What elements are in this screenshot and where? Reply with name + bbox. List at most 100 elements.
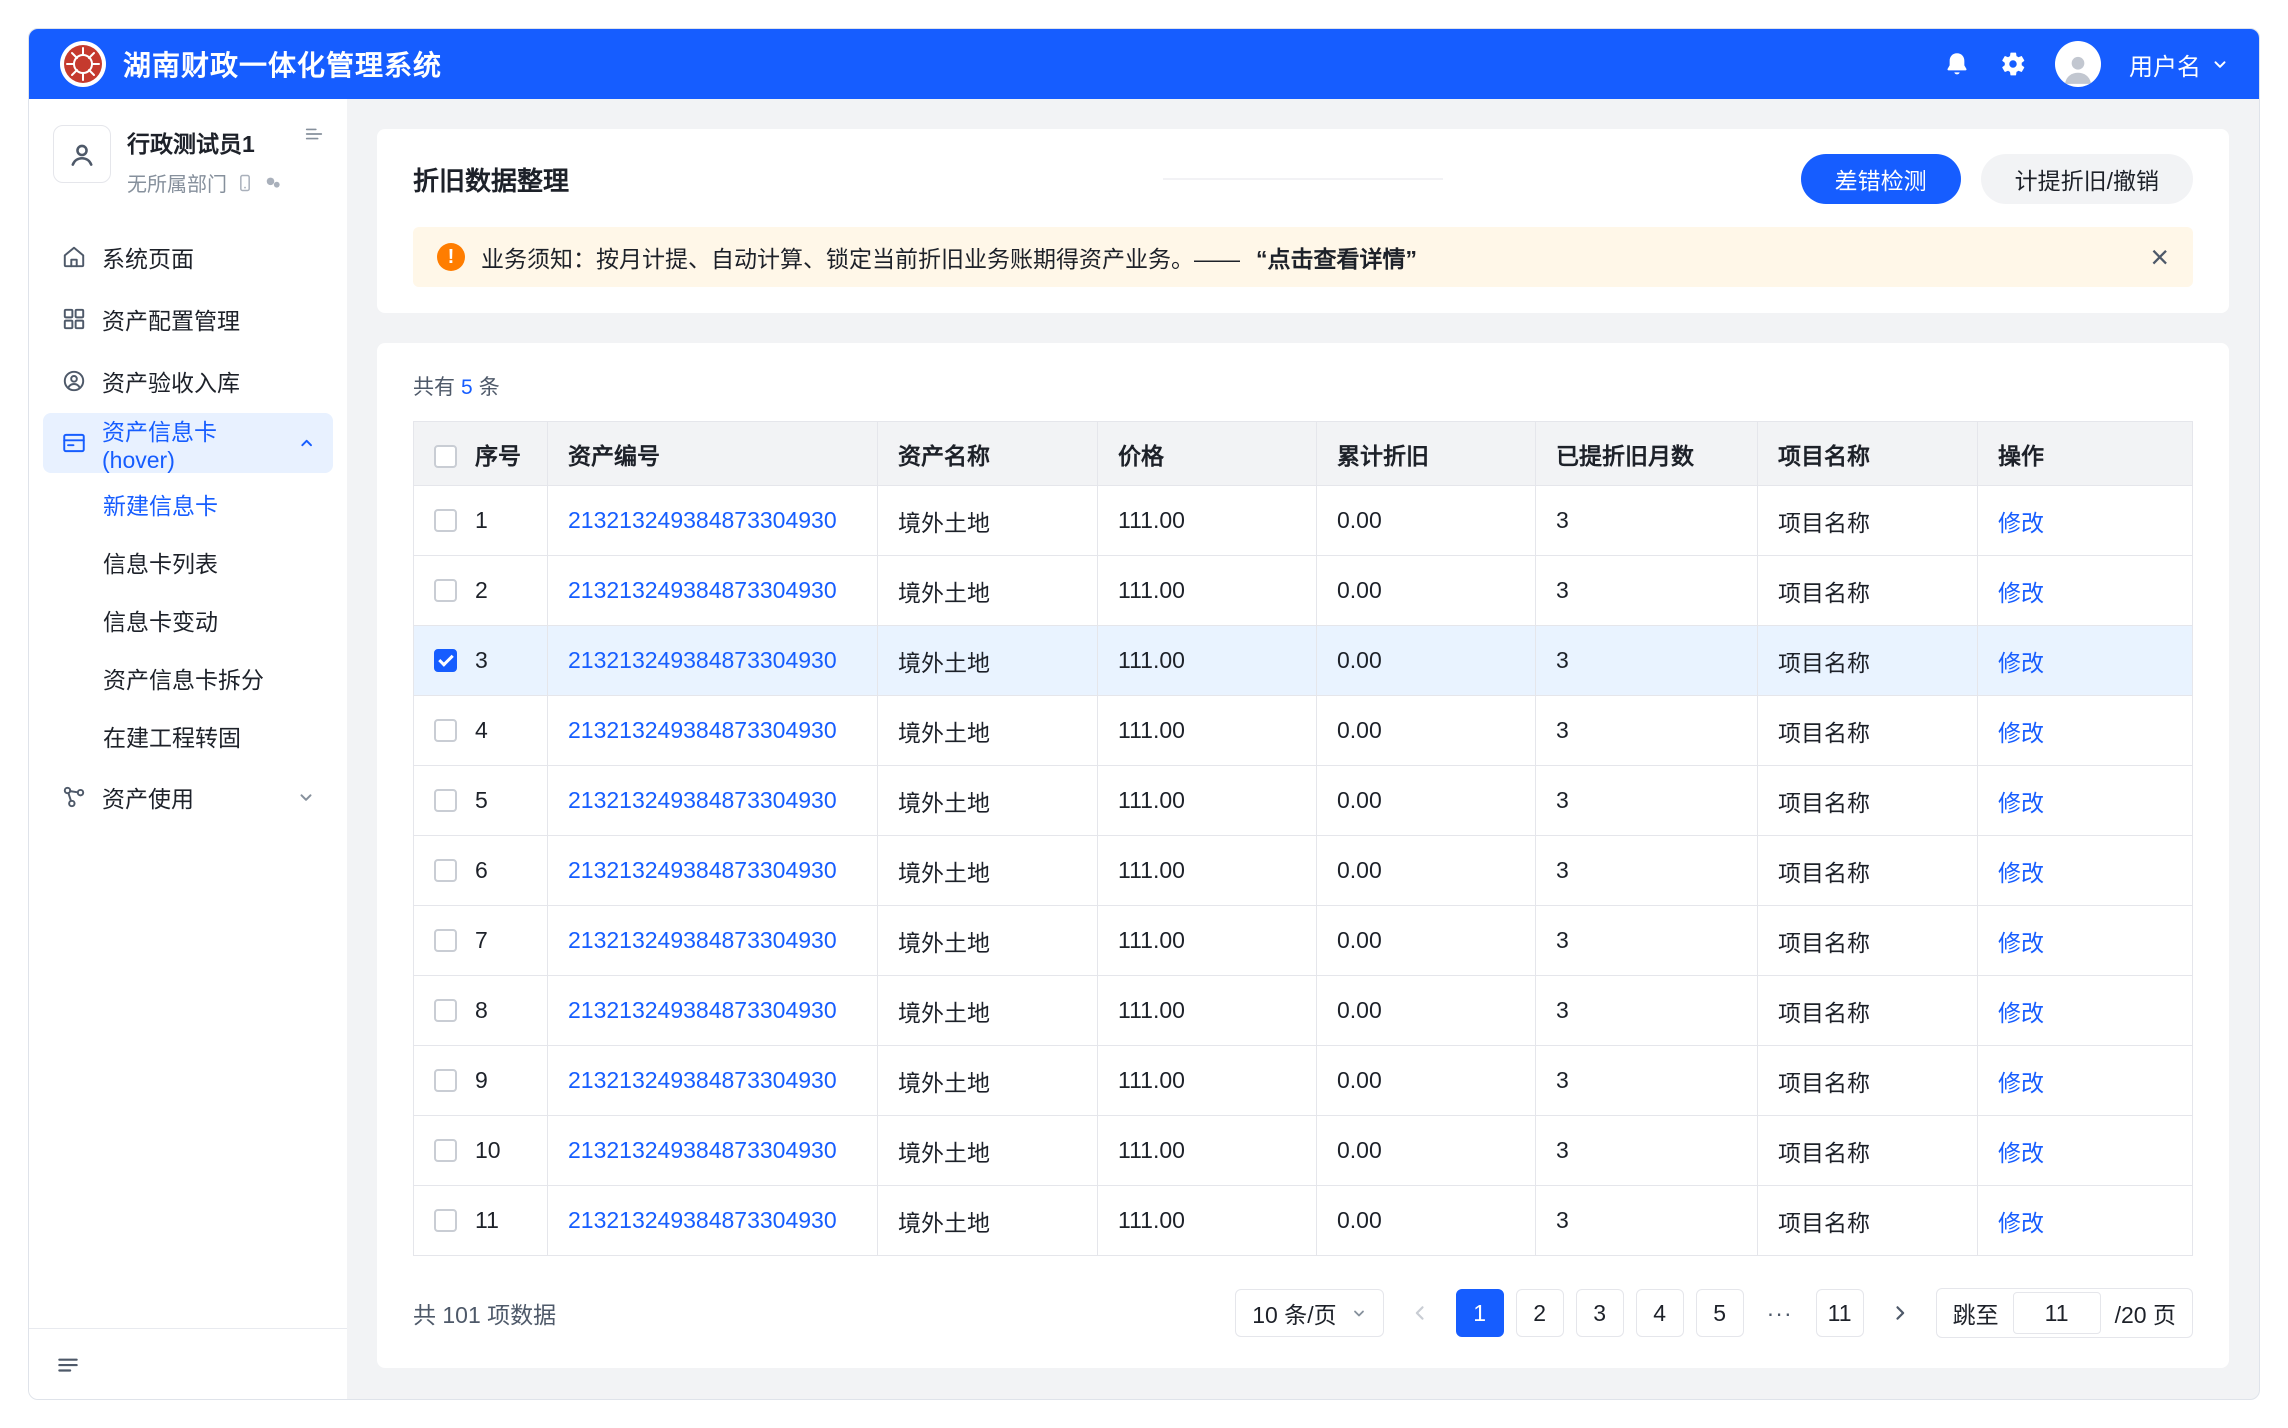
- asset-code-link[interactable]: 213213249384873304930: [568, 787, 837, 813]
- layout: 行政测试员1 无所属部门 系统页面 资产配置管理: [29, 99, 2259, 1399]
- summary-count: 5: [461, 376, 473, 399]
- row-checkbox[interactable]: [434, 579, 457, 602]
- row-checkbox[interactable]: [434, 1209, 457, 1232]
- asset-code-link[interactable]: 213213249384873304930: [568, 1137, 837, 1163]
- project-name-cell: 项目名称: [1758, 556, 1978, 626]
- page-button[interactable]: 5: [1696, 1289, 1744, 1337]
- edit-link[interactable]: 修改: [1998, 510, 2044, 536]
- page-button[interactable]: 11: [1816, 1289, 1864, 1337]
- edit-link[interactable]: 修改: [1998, 930, 2044, 956]
- sidebar-footer: [29, 1328, 347, 1399]
- settings-gear-icon[interactable]: [1999, 50, 2027, 78]
- close-icon[interactable]: ×: [2150, 241, 2169, 273]
- accumulated-depreciation-cell: 0.00: [1317, 766, 1536, 836]
- sidebar-subitem-info-card-split[interactable]: 资产信息卡拆分: [29, 649, 347, 707]
- collapse-menu-icon[interactable]: [55, 1351, 81, 1377]
- row-checkbox[interactable]: [434, 859, 457, 882]
- topbar-actions: 用户名: [1943, 41, 2229, 87]
- page-button[interactable]: 1: [1456, 1289, 1504, 1337]
- sidebar-item-asset-usage[interactable]: 资产使用: [43, 767, 333, 827]
- asset-code-link[interactable]: 213213249384873304930: [568, 507, 837, 533]
- asset-name-cell: 境外土地: [878, 766, 1098, 836]
- edit-link[interactable]: 修改: [1998, 650, 2044, 676]
- page-button[interactable]: 2: [1516, 1289, 1564, 1337]
- asset-code-link[interactable]: 213213249384873304930: [568, 857, 837, 883]
- edit-link[interactable]: 修改: [1998, 790, 2044, 816]
- row-checkbox[interactable]: [434, 649, 457, 672]
- sidebar-user-dept-label: 无所属部门: [127, 168, 227, 197]
- sidebar-subitem-new-info-card[interactable]: 新建信息卡: [29, 475, 347, 533]
- prev-page-button[interactable]: [1398, 1289, 1442, 1337]
- edit-link[interactable]: 修改: [1998, 720, 2044, 746]
- accumulated-depreciation-cell: 0.00: [1317, 626, 1536, 696]
- accumulated-depreciation-cell: 0.00: [1317, 1116, 1536, 1186]
- sidebar-subitem-info-card-list[interactable]: 信息卡列表: [29, 533, 347, 591]
- user-circle-icon: [61, 368, 87, 394]
- accumulated-depreciation-cell: 0.00: [1317, 556, 1536, 626]
- asset-code-link[interactable]: 213213249384873304930: [568, 1067, 837, 1093]
- notification-bell-icon[interactable]: [1943, 50, 1971, 78]
- chat-bubbles-icon: [263, 173, 283, 193]
- accumulated-depreciation-cell: 0.00: [1317, 696, 1536, 766]
- depreciation-revoke-button[interactable]: 计提折旧/撤销: [1981, 154, 2193, 204]
- sidebar-item-asset-config[interactable]: 资产配置管理: [43, 289, 333, 349]
- detail-list-icon[interactable]: [303, 123, 325, 145]
- table-body: 1213213249384873304930境外土地111.000.003项目名…: [414, 486, 2193, 1256]
- page-size-select[interactable]: 10 条/页: [1235, 1289, 1383, 1337]
- summary-suffix: 条: [479, 376, 500, 399]
- jump-page-input[interactable]: [2013, 1292, 2101, 1334]
- table-card: 共有5条 序号 资产编号 资产名称 价格 累计折旧: [377, 343, 2229, 1368]
- page-button[interactable]: 4: [1636, 1289, 1684, 1337]
- table-row: 2213213249384873304930境外土地111.000.003项目名…: [414, 556, 2193, 626]
- depreciation-months-cell: 3: [1536, 1046, 1758, 1116]
- user-menu[interactable]: 用户名: [2129, 47, 2229, 82]
- depreciation-months-cell: 3: [1536, 976, 1758, 1046]
- select-all-checkbox[interactable]: [434, 445, 457, 468]
- edit-link[interactable]: 修改: [1998, 860, 2044, 886]
- depreciation-months-cell: 3: [1536, 486, 1758, 556]
- sidebar-user-meta: 行政测试员1 无所属部门: [127, 125, 283, 197]
- project-name-cell: 项目名称: [1758, 1186, 1978, 1256]
- edit-link[interactable]: 修改: [1998, 1210, 2044, 1236]
- row-checkbox[interactable]: [434, 1069, 457, 1092]
- price-cell: 111.00: [1098, 1046, 1317, 1116]
- mobile-icon: [235, 173, 255, 193]
- edit-link[interactable]: 修改: [1998, 1070, 2044, 1096]
- asset-code-link[interactable]: 213213249384873304930: [568, 927, 837, 953]
- row-checkbox[interactable]: [434, 929, 457, 952]
- error-check-button[interactable]: 差错检测: [1801, 154, 1961, 204]
- sidebar-item-system-page[interactable]: 系统页面: [43, 227, 333, 287]
- row-index: 6: [475, 857, 488, 883]
- page-button[interactable]: 3: [1576, 1289, 1624, 1337]
- sidebar-subitem-construction-transfer[interactable]: 在建工程转固: [29, 707, 347, 765]
- asset-code-link[interactable]: 213213249384873304930: [568, 997, 837, 1023]
- sidebar-subitem-info-card-change[interactable]: 信息卡变动: [29, 591, 347, 649]
- asset-code-link[interactable]: 213213249384873304930: [568, 647, 837, 673]
- asset-name-cell: 境外土地: [878, 836, 1098, 906]
- edit-link[interactable]: 修改: [1998, 1000, 2044, 1026]
- warning-icon: !: [437, 243, 465, 271]
- sidebar-item-asset-info-card[interactable]: 资产信息卡(hover): [43, 413, 333, 473]
- edit-link[interactable]: 修改: [1998, 1140, 2044, 1166]
- row-checkbox[interactable]: [434, 1139, 457, 1162]
- next-page-button[interactable]: [1878, 1289, 1922, 1337]
- row-checkbox[interactable]: [434, 509, 457, 532]
- asset-code-link[interactable]: 213213249384873304930: [568, 717, 837, 743]
- sidebar-item-asset-acceptance[interactable]: 资产验收入库: [43, 351, 333, 411]
- accumulated-depreciation-cell: 0.00: [1317, 1186, 1536, 1256]
- chevron-left-icon: [1410, 1303, 1430, 1323]
- asset-code-link[interactable]: 213213249384873304930: [568, 1207, 837, 1233]
- column-header: 价格: [1098, 422, 1317, 486]
- notice-detail-link[interactable]: “点击查看详情”: [1256, 240, 1417, 274]
- edit-link[interactable]: 修改: [1998, 580, 2044, 606]
- row-index: 1: [475, 507, 488, 533]
- depreciation-months-cell: 3: [1536, 906, 1758, 976]
- asset-code-link[interactable]: 213213249384873304930: [568, 577, 837, 603]
- row-checkbox[interactable]: [434, 719, 457, 742]
- row-checkbox[interactable]: [434, 999, 457, 1022]
- user-avatar[interactable]: [2055, 41, 2101, 87]
- app-logo-icon: [59, 40, 107, 88]
- row-checkbox[interactable]: [434, 789, 457, 812]
- notice-banner: ! 业务须知：按月计提、自动计算、锁定当前折旧业务账期得资产业务。—— “点击查…: [413, 227, 2193, 287]
- pagination-pages: 12345···11: [1456, 1289, 1864, 1337]
